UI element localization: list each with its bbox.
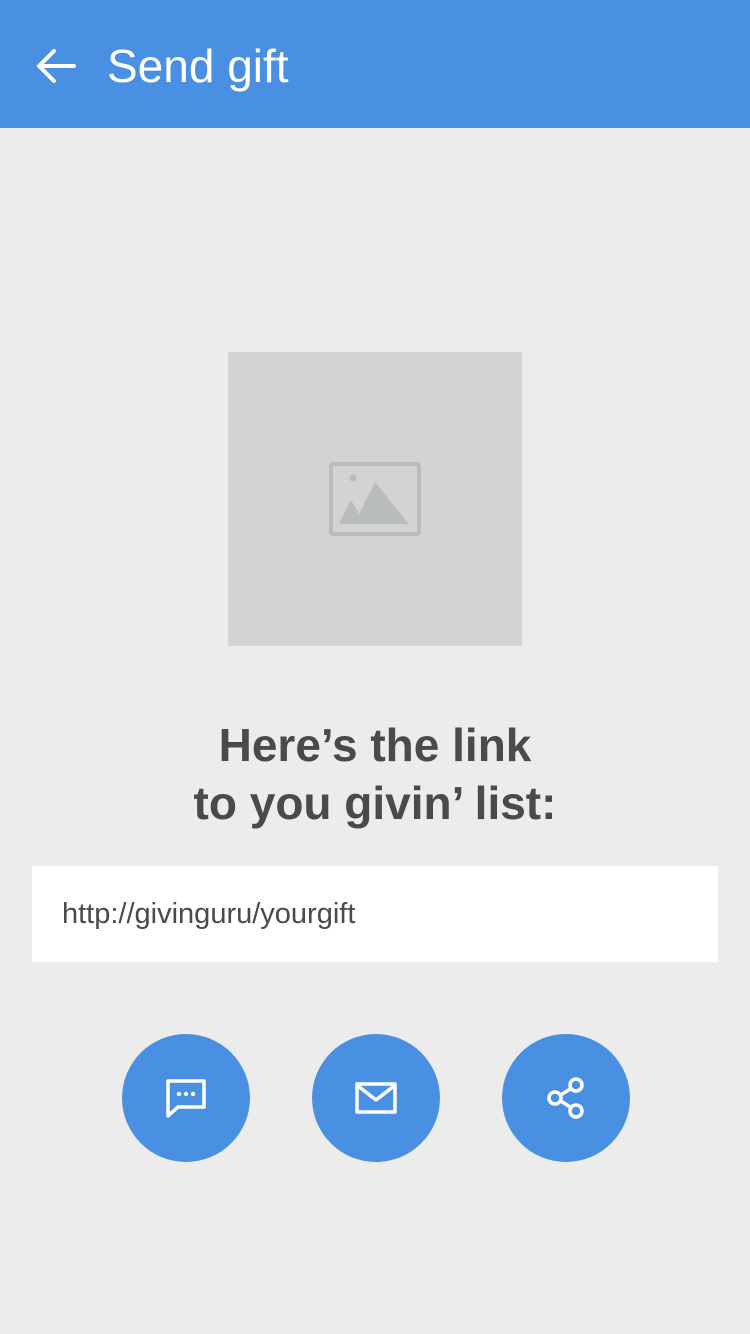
arrow-left-icon bbox=[37, 49, 76, 83]
page-title: Send gift bbox=[107, 40, 289, 92]
message-icon bbox=[166, 1079, 206, 1118]
link-heading: Here’s the link to you givin’ list: bbox=[0, 716, 750, 832]
heading-line-1: Here’s the link bbox=[218, 719, 532, 771]
heading-line-2: to you givin’ list: bbox=[193, 777, 557, 829]
email-button[interactable] bbox=[312, 1034, 440, 1162]
message-button[interactable] bbox=[122, 1034, 250, 1162]
share-actions bbox=[0, 1034, 750, 1162]
share-button[interactable] bbox=[502, 1034, 630, 1162]
email-icon bbox=[355, 1082, 397, 1114]
gift-link-field[interactable]: http://givinguru/yourgift bbox=[32, 866, 718, 962]
share-icon bbox=[547, 1077, 584, 1119]
app-bar: Send gift bbox=[0, 0, 750, 128]
image-placeholder-icon bbox=[329, 462, 421, 536]
gift-image bbox=[228, 352, 522, 646]
back-button[interactable] bbox=[24, 34, 88, 98]
